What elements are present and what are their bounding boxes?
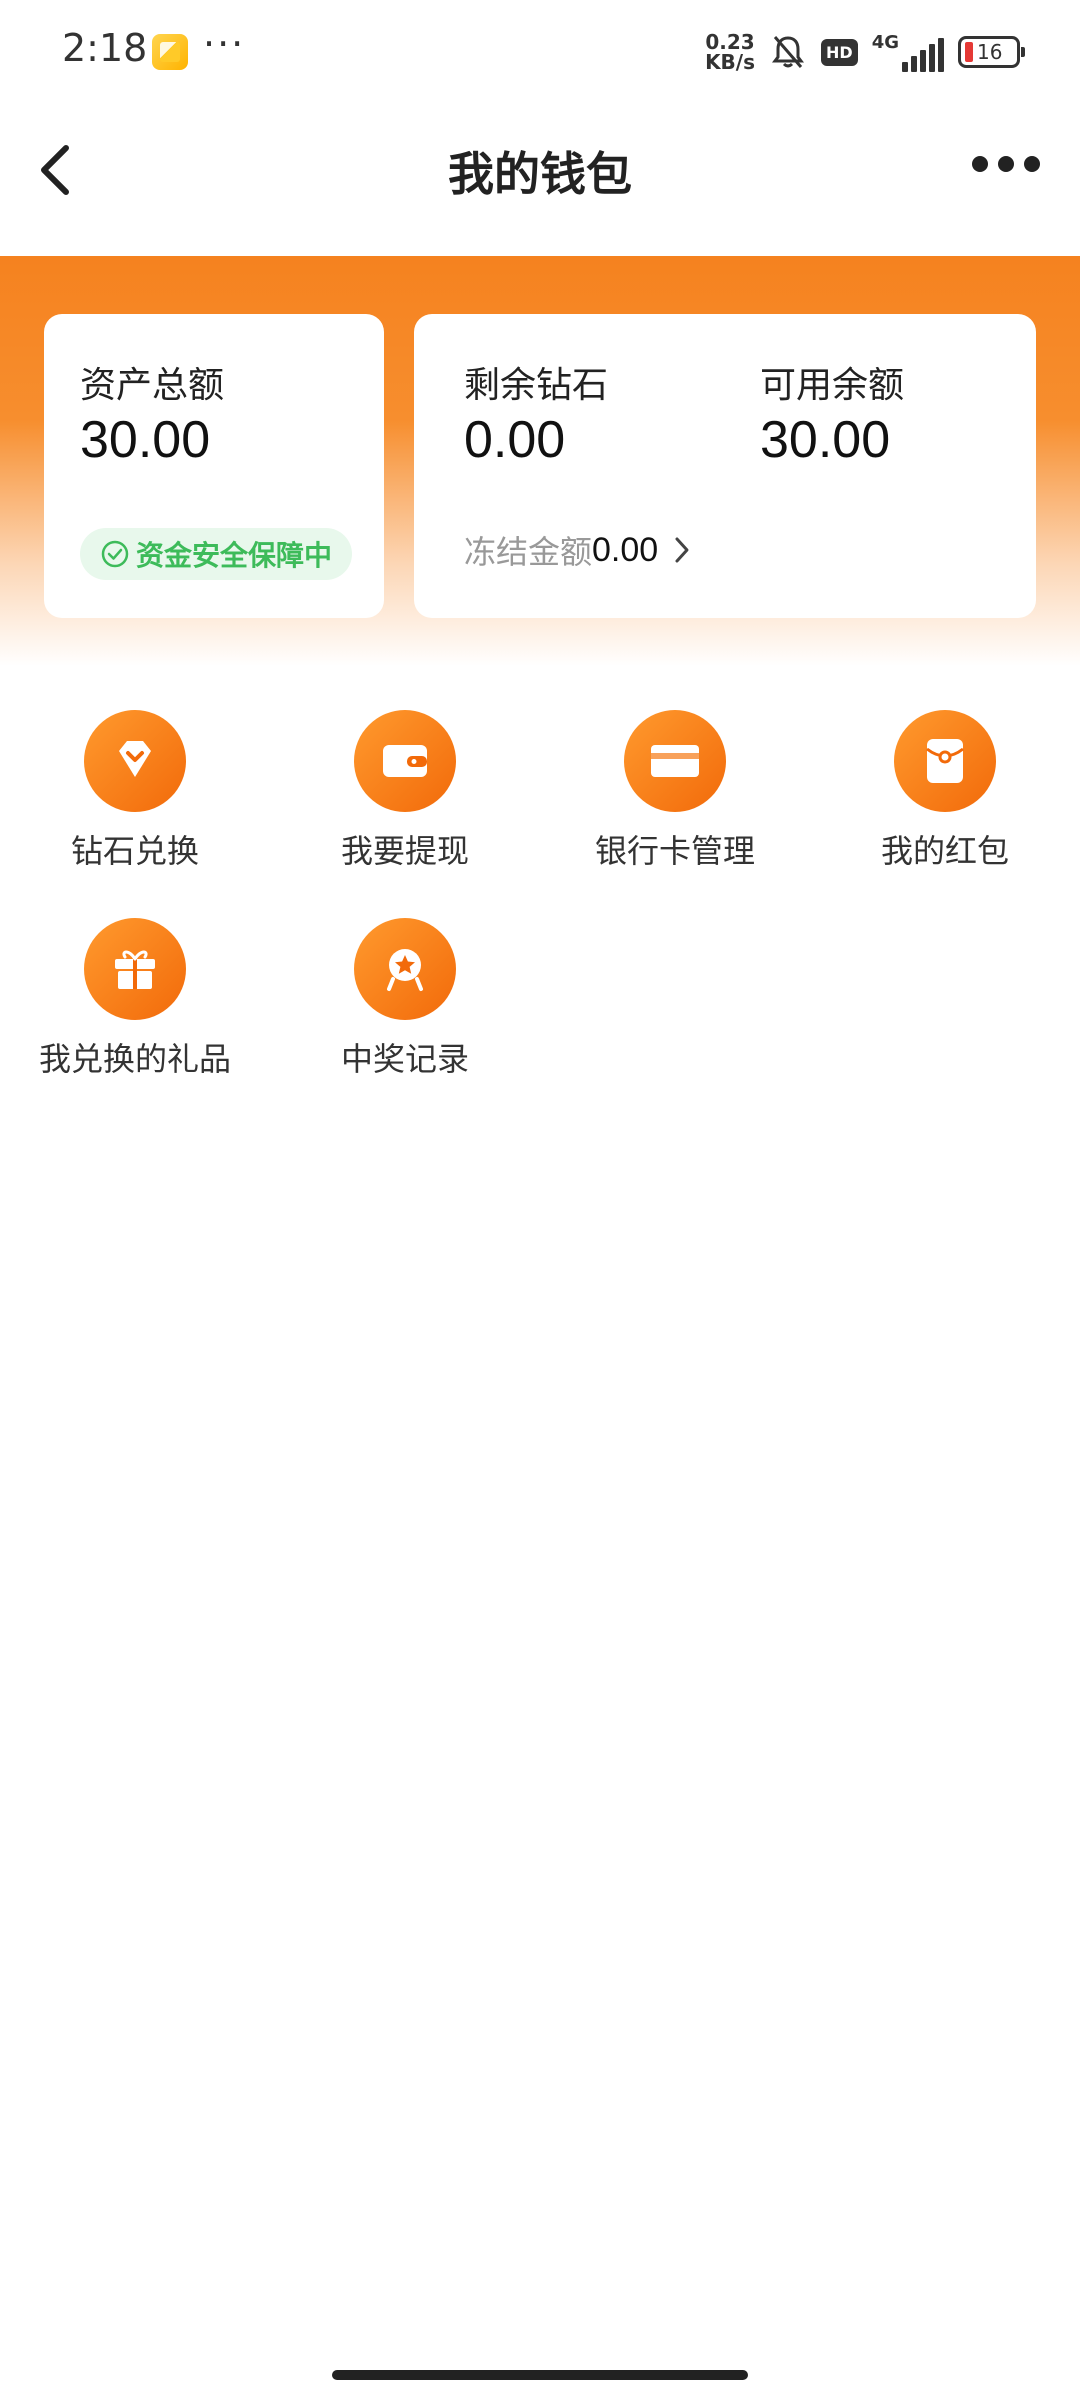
network-speed-value: 0.23 [705, 30, 755, 54]
chevron-right-icon [675, 537, 689, 563]
menu-item-withdraw[interactable]: 我要提现 [270, 700, 540, 900]
available-balance-value: 30.00 [760, 411, 891, 469]
page-title: 我的钱包 [448, 147, 632, 201]
diamond-icon [84, 710, 186, 812]
menu-item-prize-records[interactable]: 中奖记录 [270, 908, 540, 1108]
frozen-amount-row[interactable]: 冻结金额 0.00 [464, 526, 692, 574]
menu-label: 我兑换的礼品 [38, 1040, 231, 1078]
wallet-summary: 资产总额 30.00 资金安全保障中 剩余钻石 0.00 可用余额 30.00 … [0, 256, 1080, 666]
status-bar: 2:18 ··· 0.23 KB/s HD 4G 16 [0, 0, 1080, 100]
red-packet-icon [894, 710, 996, 812]
gift-icon [84, 918, 186, 1020]
bell-muted-icon [772, 36, 805, 68]
menu-label: 钻石兑换 [70, 832, 199, 870]
network-type: 4G [871, 32, 899, 53]
fund-safety-badge: 资金安全保障中 [80, 528, 353, 580]
network-speed-unit: KB/s [705, 50, 756, 74]
wallet-icon [354, 710, 456, 812]
available-balance-label: 可用余额 [760, 365, 905, 406]
signal-icon: 4G [872, 32, 944, 72]
remaining-diamonds-label: 剩余钻石 [464, 365, 609, 406]
title-bar: 我的钱包 [0, 100, 1080, 256]
frozen-amount-label: 冻结金额 [464, 533, 593, 571]
battery-icon: 16 [958, 36, 1025, 68]
total-assets-value: 30.00 [80, 411, 211, 469]
frozen-amount-value: 0.00 [592, 530, 659, 569]
menu-label: 中奖记录 [340, 1040, 469, 1078]
menu-item-bank-card[interactable]: 银行卡管理 [540, 700, 810, 900]
menu-item-diamond-exchange[interactable]: 钻石兑换 [0, 700, 270, 900]
balance-card: 剩余钻石 0.00 可用余额 30.00 冻结金额 0.00 [414, 314, 1036, 618]
menu-label: 银行卡管理 [594, 832, 755, 870]
award-icon [354, 918, 456, 1020]
bank-card-icon [624, 710, 726, 812]
network-speed: 0.23 KB/s [705, 32, 755, 72]
menu-label: 我要提现 [340, 832, 469, 870]
status-time: 2:18 [62, 26, 148, 70]
gallery-notification-icon [152, 34, 188, 70]
total-assets-label: 资产总额 [80, 365, 225, 406]
battery-level: 16 [977, 40, 1003, 64]
status-more-notifications: ··· [203, 22, 246, 66]
menu-item-redeemed-gifts[interactable]: 我兑换的礼品 [0, 908, 270, 1108]
hd-icon: HD [821, 38, 858, 66]
menu-label: 我的红包 [880, 832, 1009, 870]
fund-safety-text: 资金安全保障中 [136, 539, 333, 572]
total-assets-card: 资产总额 30.00 资金安全保障中 [44, 314, 384, 618]
more-options-icon[interactable] [972, 156, 1040, 172]
status-indicators: 0.23 KB/s HD 4G 16 [705, 30, 1025, 74]
check-circle-icon [101, 540, 129, 568]
home-indicator[interactable] [332, 2370, 748, 2380]
remaining-diamonds-value: 0.00 [464, 411, 566, 469]
menu-item-red-packet[interactable]: 我的红包 [810, 700, 1080, 900]
